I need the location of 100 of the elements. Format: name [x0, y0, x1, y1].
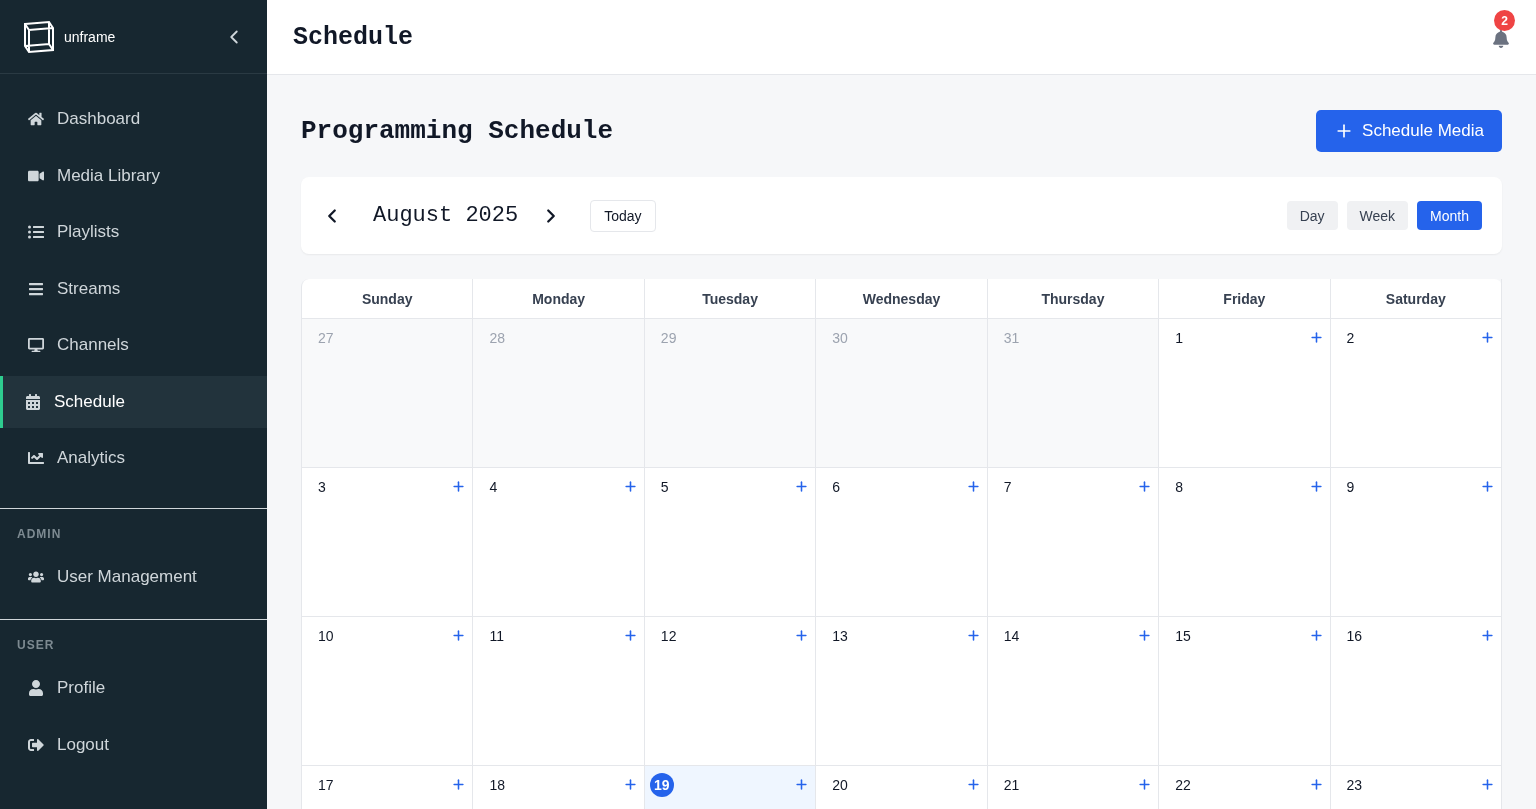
day-number: 8 — [1174, 478, 1184, 497]
day-cell[interactable]: 8 — [1159, 468, 1331, 617]
day-cell[interactable]: 3 — [302, 468, 474, 617]
day-cell[interactable]: 7 — [987, 468, 1160, 617]
plus-icon — [794, 628, 810, 643]
monitor-icon — [27, 337, 45, 353]
plus-icon — [965, 479, 981, 494]
day-cell[interactable]: 1 — [1159, 319, 1331, 468]
section-title: ADMIN — [16, 526, 63, 543]
nav-item[interactable]: Streams — [0, 262, 267, 315]
view-tab[interactable]: Day — [1286, 201, 1338, 230]
day-number: 28 — [488, 329, 506, 348]
line-chart-icon — [27, 450, 45, 466]
cube-logo-icon — [22, 19, 56, 54]
day-number: 17 — [317, 776, 335, 795]
day-cell[interactable]: 10 — [302, 617, 474, 766]
day-cell[interactable]: 13 — [816, 617, 988, 766]
day-number: 10 — [317, 627, 335, 646]
day-number: 5 — [659, 478, 670, 497]
person-icon — [27, 680, 45, 696]
day-number: 12 — [659, 627, 678, 646]
home-icon — [27, 111, 45, 127]
day-cell[interactable]: 19 — [644, 766, 817, 809]
day-number: 4 — [488, 478, 499, 497]
lines-icon — [27, 280, 45, 297]
schedule-media-button[interactable]: Schedule Media — [1316, 109, 1502, 152]
day-number: 21 — [1002, 776, 1021, 795]
day-number: 6 — [831, 478, 842, 497]
nav-item[interactable]: Playlists — [0, 206, 267, 258]
brand-name: unframe — [64, 28, 117, 45]
day-cell[interactable]: 12 — [644, 617, 817, 766]
plus-icon — [622, 479, 638, 494]
plus-icon — [622, 628, 638, 643]
day-number: 14 — [1002, 627, 1021, 646]
plus-icon — [1137, 479, 1153, 494]
day-cell[interactable]: 15 — [1159, 617, 1331, 766]
plus-icon — [1480, 330, 1495, 345]
notification-badge: 2 — [1494, 10, 1515, 31]
day-number: 7 — [1002, 478, 1013, 497]
day-cell[interactable]: 6 — [816, 468, 988, 617]
nav-item[interactable]: Schedule — [0, 375, 267, 428]
day-number: 23 — [1345, 776, 1364, 795]
nav-item[interactable]: Dashboard — [0, 93, 267, 145]
day-number: 3 — [317, 478, 327, 497]
view-tab[interactable]: Week — [1346, 201, 1409, 230]
day-cell[interactable]: 5 — [644, 468, 817, 617]
month-title: August 2025 — [373, 203, 519, 228]
day-number: 11 — [488, 627, 505, 646]
plus-icon — [965, 628, 981, 643]
plus-icon — [794, 777, 810, 792]
plus-icon — [451, 479, 467, 494]
nav-item[interactable]: Media Library — [0, 149, 267, 202]
day-cell[interactable]: 14 — [987, 617, 1160, 766]
plus-icon — [451, 628, 467, 643]
bell-icon[interactable] — [1492, 30, 1510, 48]
plus-icon — [1480, 777, 1495, 792]
day-cell[interactable]: 4 — [473, 468, 645, 617]
plus-icon — [1480, 479, 1495, 494]
day-number: 13 — [831, 627, 849, 646]
nav-item[interactable]: User Management — [0, 550, 267, 603]
plus-icon — [1480, 628, 1495, 643]
day-number: 16 — [1345, 627, 1364, 646]
day-number: 29 — [659, 329, 678, 348]
calendar-icon — [24, 393, 42, 410]
plus-icon — [1137, 777, 1153, 792]
nav-item[interactable]: Profile — [0, 662, 267, 714]
day-number: 18 — [488, 776, 506, 795]
day-cell[interactable]: 2 — [1330, 319, 1502, 468]
plus-icon — [1137, 628, 1153, 643]
today-button[interactable]: Today — [590, 199, 656, 232]
plus-icon — [1308, 479, 1324, 494]
page-title: Programming Schedule — [301, 115, 614, 146]
view-tab[interactable]: Month — [1417, 201, 1482, 230]
day-number: 22 — [1174, 776, 1192, 795]
day-number: 15 — [1174, 627, 1192, 646]
nav-item[interactable]: Analytics — [0, 432, 267, 484]
header-title: Schedule — [293, 22, 414, 52]
day-number: 2 — [1345, 329, 1356, 348]
plus-icon — [794, 479, 810, 494]
plus-icon — [1308, 777, 1324, 792]
day-cell[interactable]: 16 — [1330, 617, 1502, 766]
logout-icon — [27, 736, 45, 753]
plus-icon — [451, 777, 467, 792]
day-number: 30 — [831, 329, 849, 348]
list-icon — [27, 224, 45, 240]
day-number: 20 — [831, 776, 849, 795]
day-cell[interactable]: 9 — [1330, 468, 1502, 617]
nav-item[interactable]: Channels — [0, 319, 267, 371]
section-title: USER — [16, 638, 56, 654]
nav-item[interactable]: Logout — [0, 718, 267, 771]
day-number: 31 — [1002, 329, 1021, 348]
day-number: 9 — [1345, 478, 1356, 497]
plus-icon — [622, 777, 638, 792]
day-number: 1 — [1174, 329, 1184, 348]
day-number: 27 — [317, 329, 335, 348]
plus-icon — [1308, 330, 1324, 345]
plus-icon — [1308, 628, 1324, 643]
plus-icon — [965, 777, 981, 792]
day-number: 19 — [649, 773, 674, 797]
day-cell[interactable]: 11 — [473, 617, 645, 766]
